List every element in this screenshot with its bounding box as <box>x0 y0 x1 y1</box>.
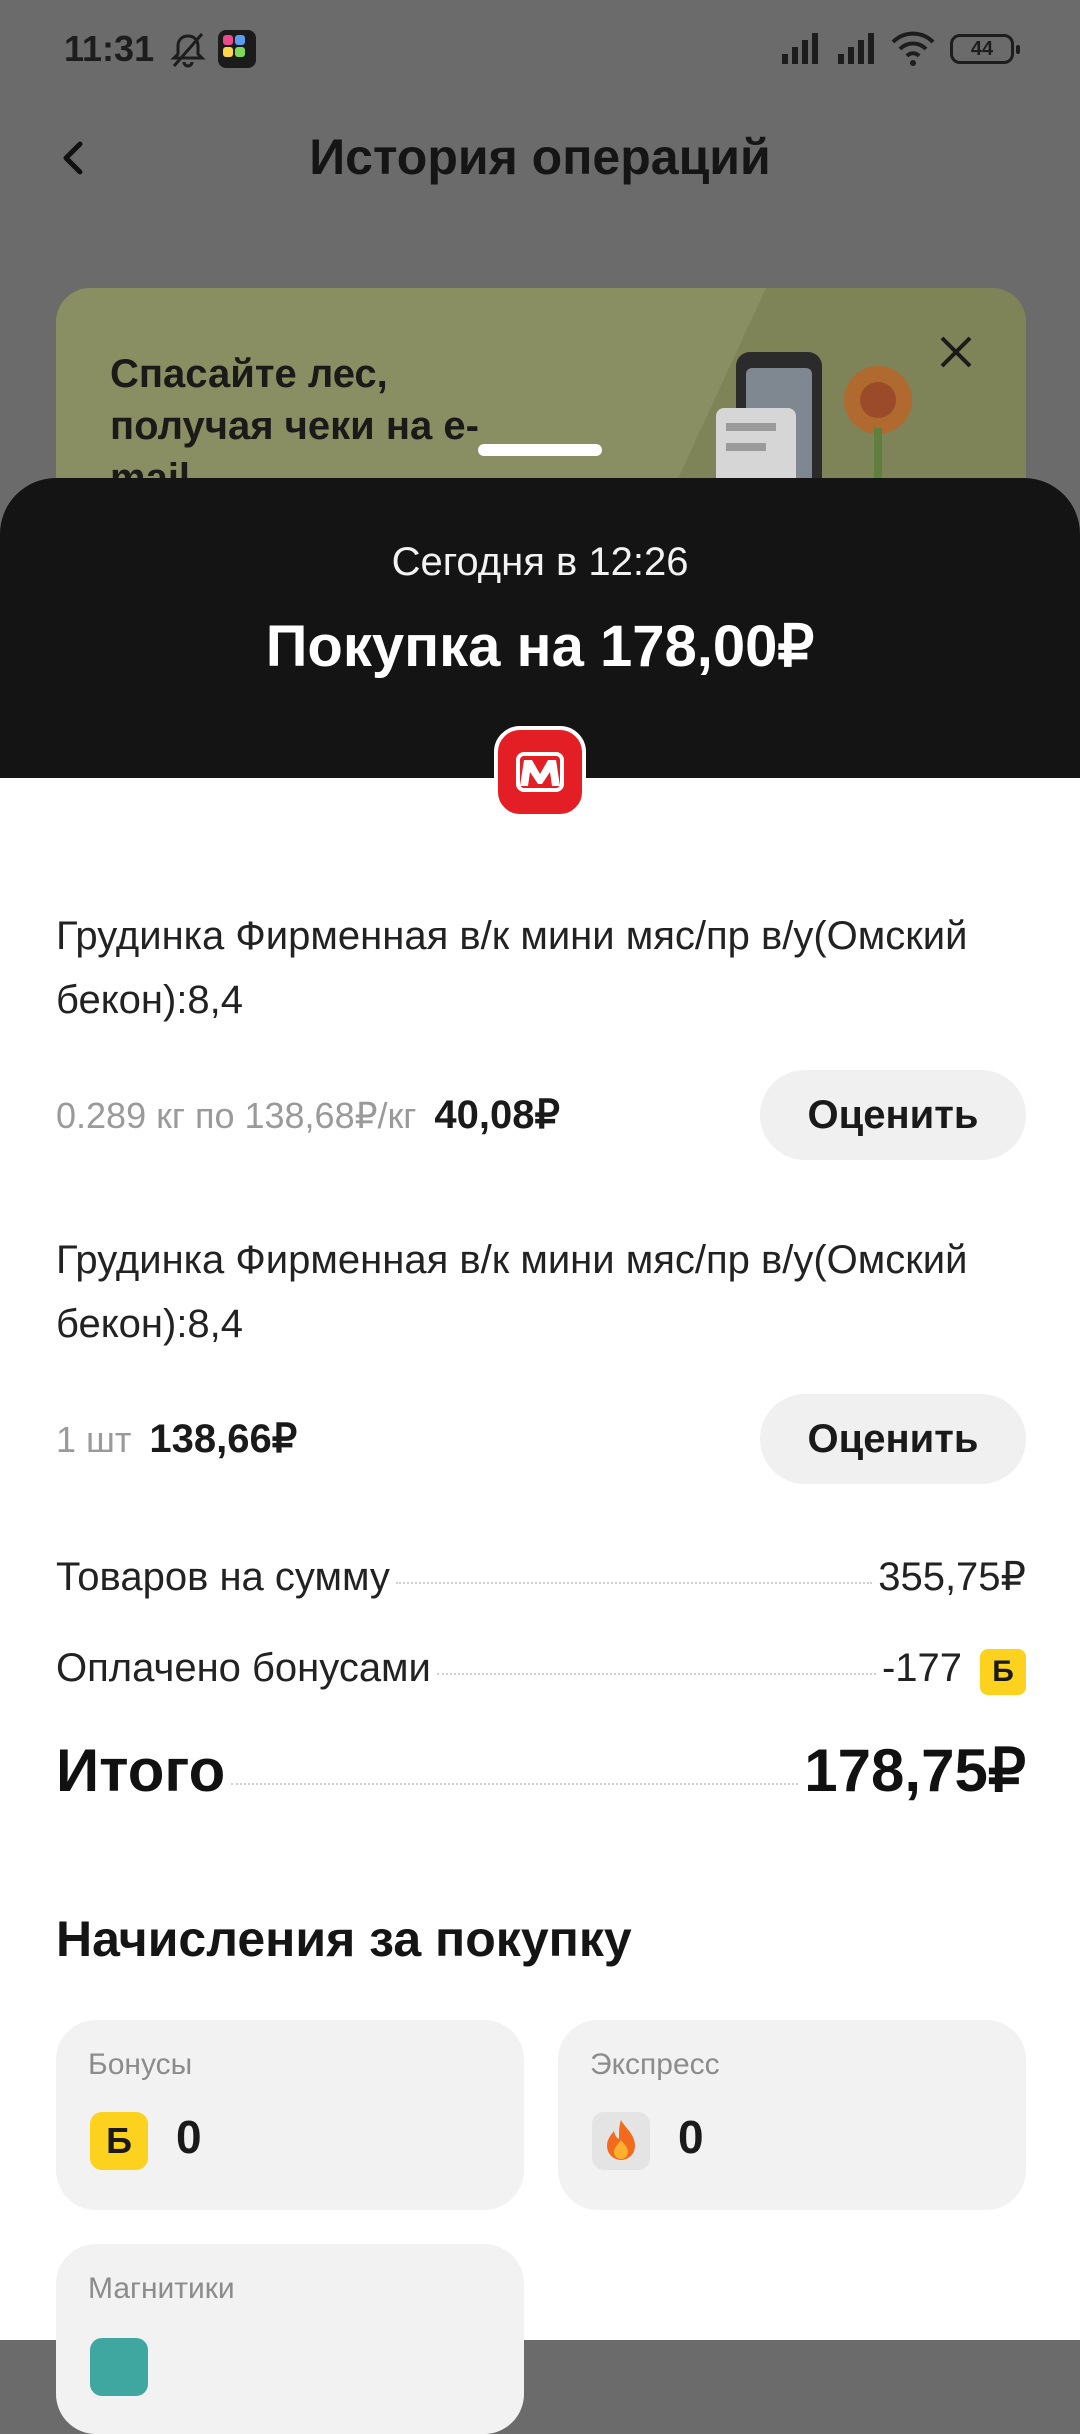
item-price: 138,66₽ <box>149 1417 298 1461</box>
total-label: Итого <box>56 1737 226 1804</box>
sheet-drag-handle[interactable] <box>478 444 602 456</box>
status-time: 11:31 <box>64 28 155 69</box>
card-title: Магнитики <box>88 2272 235 2305</box>
item-name: Грудинка Фирменная в/к мини мяс/пр в/у(О… <box>56 1238 968 1346</box>
magnit-logo-icon <box>494 726 586 818</box>
card-title: Бонусы <box>88 2048 193 2081</box>
goods-sum-value: 355,75₽ <box>878 1555 1026 1599</box>
close-icon[interactable] <box>936 332 976 372</box>
item-meta: 1 шт 138,66₽ <box>56 1416 297 1462</box>
card-value: 0 <box>678 2111 704 2163</box>
rate-button[interactable]: Оценить <box>760 1070 1026 1160</box>
signal-icon <box>782 33 818 64</box>
notifications-off-icon <box>170 33 206 68</box>
battery-icon: 44 <box>950 34 1020 64</box>
magnet-icon <box>90 2338 148 2396</box>
wifi-icon <box>891 31 935 66</box>
bonus-paid-row: Оплачено бонусами -177 Б <box>56 1646 1026 1695</box>
express-card[interactable]: Экспресс 0 <box>558 2020 1026 2210</box>
bonuses-card[interactable]: Бонусы Б 0 <box>56 2020 524 2210</box>
item-price: 40,08₽ <box>434 1093 560 1137</box>
fire-icon <box>592 2112 650 2170</box>
item-meta: 0.289 кг по 138,68₽/кг 40,08₽ <box>56 1092 560 1138</box>
purchase-title: Покупка на 178,00₽ <box>265 614 815 679</box>
bonus-icon: Б <box>90 2112 148 2170</box>
goods-sum-row: Товаров на сумму 355,75₽ <box>56 1554 1026 1600</box>
magnets-card[interactable]: Магнитики <box>56 2244 524 2434</box>
goods-sum-label: Товаров на сумму <box>56 1555 390 1599</box>
signal-icon <box>838 33 874 64</box>
total-value: 178,75₽ <box>804 1737 1026 1804</box>
page-title: История операций <box>309 129 771 185</box>
item-name: Грудинка Фирменная в/к мини мяс/пр в/у(О… <box>56 914 968 1022</box>
bonus-paid-label: Оплачено бонусами <box>56 1646 431 1690</box>
bonus-paid-value: -177 <box>881 1646 962 1690</box>
item-quantity: 1 шт <box>56 1419 132 1460</box>
bonus-icon: Б <box>980 1649 1026 1695</box>
purchase-date: Сегодня в 12:26 <box>391 540 689 584</box>
dotted-leader <box>395 1582 873 1584</box>
accruals-title: Начисления за покупку <box>56 1911 632 1967</box>
dotted-leader <box>436 1673 876 1675</box>
status-bar: 11:31 44 <box>0 0 1080 100</box>
item-quantity: 0.289 кг по 138,68₽/кг <box>56 1095 417 1136</box>
rate-button[interactable]: Оценить <box>760 1394 1026 1484</box>
total-row: Итого 178,75₽ <box>56 1736 1026 1806</box>
card-value: 0 <box>176 2111 202 2163</box>
dotted-leader <box>231 1783 799 1785</box>
card-title: Экспресс <box>590 2048 720 2081</box>
app-notification-icon <box>218 30 256 68</box>
